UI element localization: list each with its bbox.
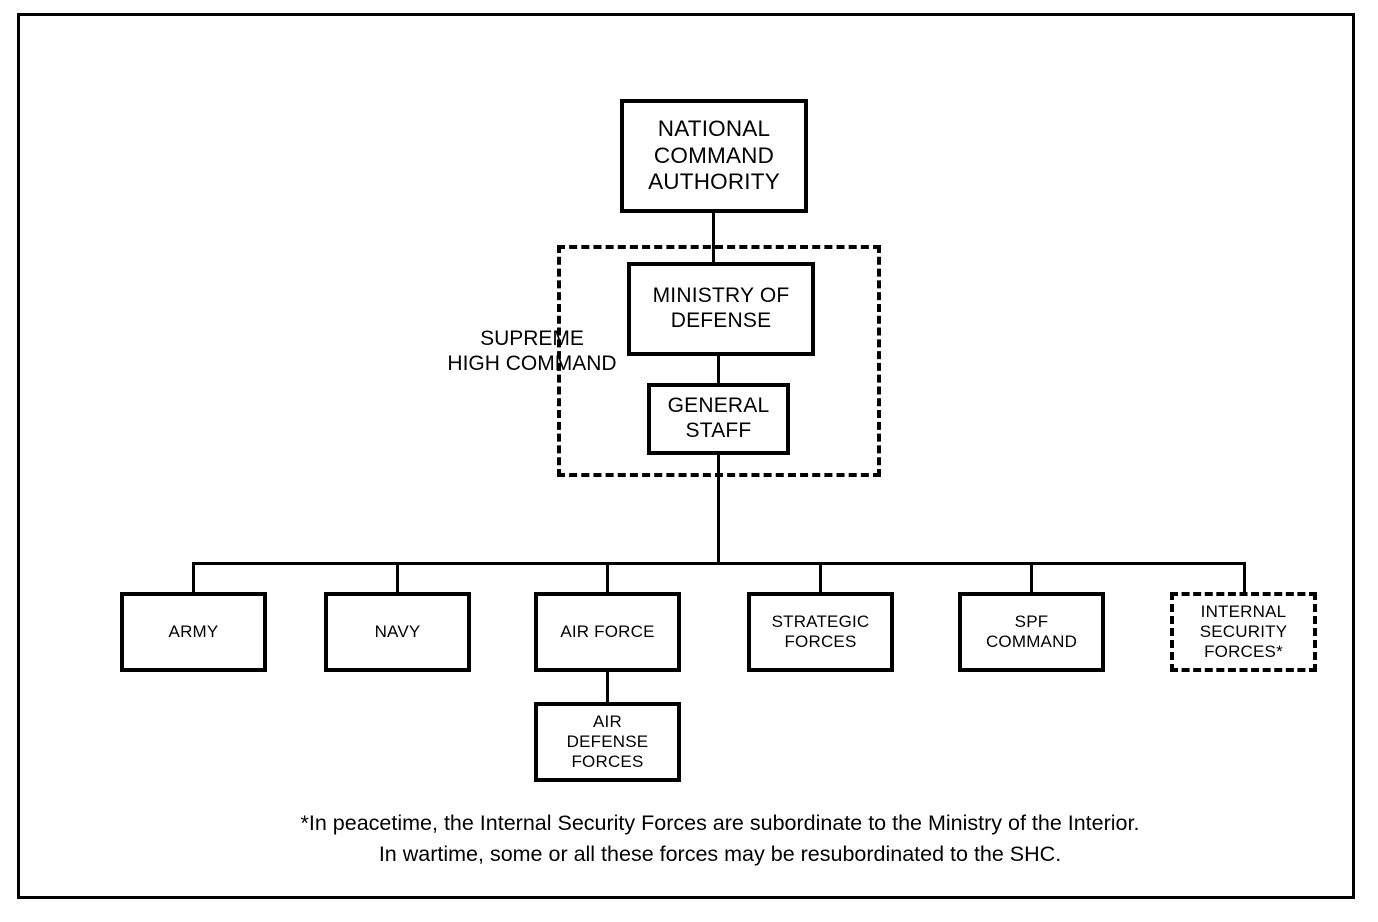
node-air-force[interactable]: AIR FORCE — [534, 592, 681, 672]
connector-general-staff-to-bus — [717, 455, 720, 564]
footnote: *In peacetime, the Internal Security For… — [300, 811, 1140, 867]
node-national-command-authority-label: NATIONAL COMMAND AUTHORITY — [648, 116, 780, 195]
connector-bus-to-spf-command — [1030, 562, 1033, 593]
node-air-force-label: AIR FORCE — [560, 621, 655, 641]
node-ministry-of-defense-label: MINISTRY OF DEFENSE — [652, 284, 790, 332]
node-spf-command-label: SPF COMMAND — [985, 611, 1078, 651]
connector-bus-to-strategic-forces — [819, 562, 822, 593]
node-spf-command[interactable]: SPF COMMAND — [958, 592, 1105, 672]
node-ministry-of-defense[interactable]: MINISTRY OF DEFENSE — [627, 262, 815, 356]
node-internal-security-forces[interactable]: INTERNAL SECURITY FORCES* — [1170, 592, 1317, 672]
node-navy-label: NAVY — [374, 621, 421, 641]
node-navy[interactable]: NAVY — [324, 592, 471, 672]
supreme-high-command-label: SUPREME HIGH COMMAND — [447, 327, 617, 376]
node-strategic-forces-label: STRATEGIC FORCES — [771, 611, 870, 651]
diagram-frame: SUPREME HIGH COMMAND NATIONAL COMMAND AU… — [17, 13, 1355, 899]
org-chart-root: SUPREME HIGH COMMAND NATIONAL COMMAND AU… — [0, 0, 1378, 922]
node-strategic-forces[interactable]: STRATEGIC FORCES — [747, 592, 894, 672]
node-army[interactable]: ARMY — [120, 592, 267, 672]
connector-bus-to-navy — [396, 562, 399, 593]
node-national-command-authority[interactable]: NATIONAL COMMAND AUTHORITY — [620, 99, 808, 213]
connector-bus-to-air-force — [606, 562, 609, 593]
connector-bus-to-internal-security-forces — [1243, 562, 1246, 593]
connector-nca-to-mod — [712, 213, 715, 262]
node-internal-security-forces-label: INTERNAL SECURITY FORCES* — [1199, 601, 1288, 662]
node-general-staff[interactable]: GENERAL STAFF — [647, 383, 790, 455]
connector-bus-to-army — [192, 562, 195, 593]
connector-service-bus — [193, 562, 1246, 565]
connector-mod-to-general-staff — [717, 356, 720, 383]
node-army-label: ARMY — [168, 621, 219, 641]
node-air-defense-forces-label: AIR DEFENSE FORCES — [566, 711, 649, 772]
node-general-staff-label: GENERAL STAFF — [667, 394, 770, 442]
node-air-defense-forces[interactable]: AIR DEFENSE FORCES — [534, 702, 681, 782]
connector-air-force-to-air-defense-forces — [606, 672, 609, 703]
